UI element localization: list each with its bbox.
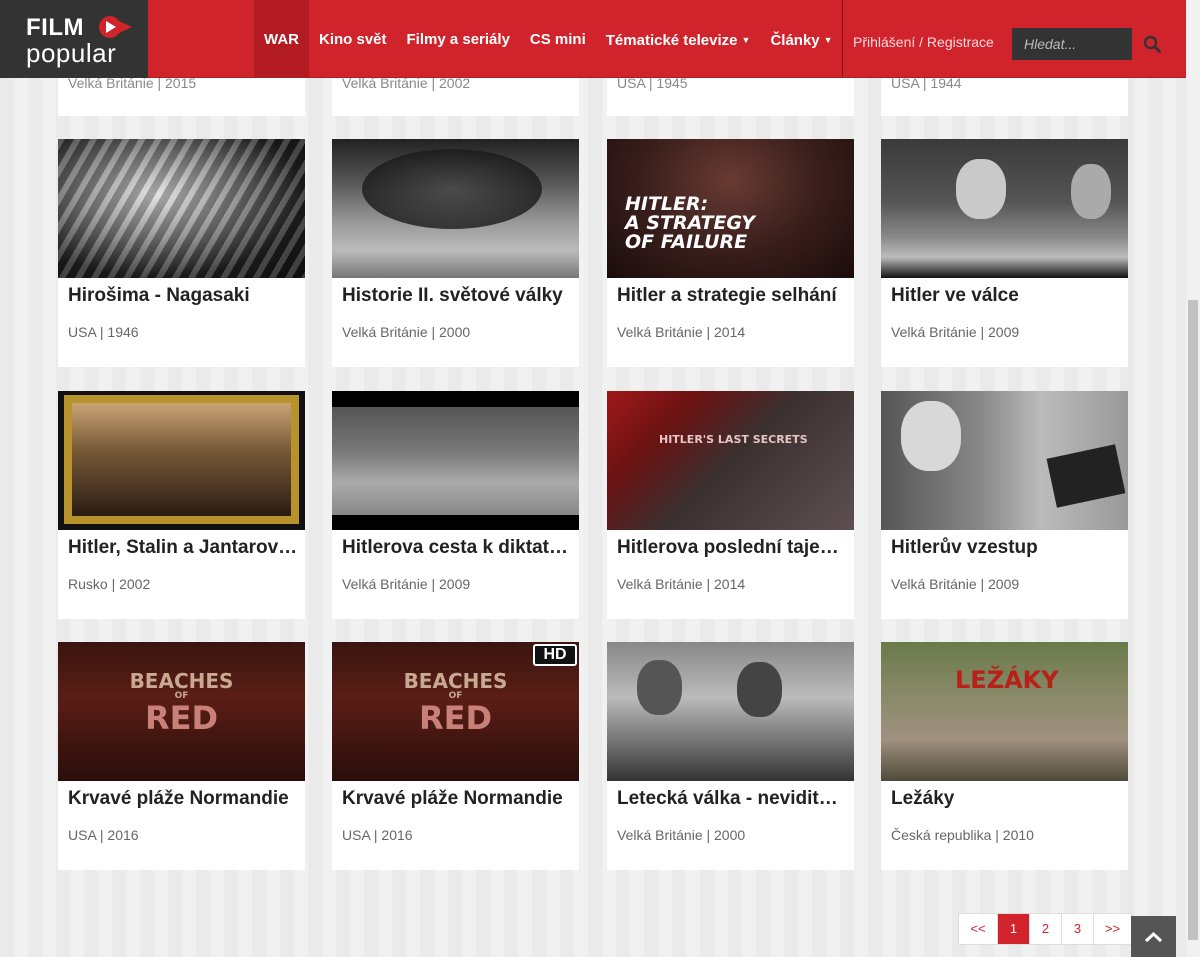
film-card[interactable]: Hitlerův vzestup Velká Británie | 2009	[881, 391, 1128, 619]
search-input[interactable]: Hledat...	[1012, 28, 1132, 60]
caret-down-icon: ▼	[823, 35, 833, 45]
film-meta: Velká Británie | 2000	[617, 827, 746, 843]
film-card[interactable]: Hitlerova cesta k diktatuře Velká Britán…	[332, 391, 579, 619]
login-register-link[interactable]: Přihlášení / Registrace	[853, 0, 994, 78]
film-title[interactable]: Krvavé pláže Normandie	[68, 788, 298, 810]
film-title[interactable]: Hitlerova poslední tajemství	[617, 537, 847, 559]
pagination: << 1 2 3 >>	[958, 913, 1132, 945]
film-card[interactable]: HITLER'S LAST SECRETS Hitlerova poslední…	[607, 391, 854, 619]
thumbnail-title-text: HITLER'S LAST SECRETS	[659, 433, 808, 446]
film-title[interactable]: Hitler, Stalin a Jantarová komnata	[68, 537, 298, 559]
thumbnail-title-text: BEACHES OF RED	[129, 669, 234, 737]
film-meta: Velká Británie | 2014	[617, 324, 746, 340]
page-prev-button[interactable]: <<	[959, 914, 997, 944]
nav-item-clanky[interactable]: Články ▼	[760, 0, 842, 78]
film-meta: Velká Británie | 2000	[342, 324, 471, 340]
film-title[interactable]: Krvavé pláže Normandie	[342, 788, 572, 810]
film-card[interactable]: LEŽÁKY Ležáky Česká republika | 2010	[881, 642, 1128, 870]
page-button-3[interactable]: 3	[1061, 914, 1093, 944]
film-card[interactable]: Hirošima - Nagasaki USA | 1946	[58, 139, 305, 367]
film-meta: Velká Británie | 2009	[891, 576, 1020, 592]
scrollbar-thumb[interactable]	[1188, 300, 1198, 940]
film-meta: USA | 2016	[68, 827, 139, 843]
film-meta: USA | 2016	[342, 827, 413, 843]
film-card[interactable]: BEACHES OF RED Krvavé pláže Normandie US…	[58, 642, 305, 870]
thumbnail-title-text: BEACHES OF RED	[403, 669, 508, 737]
site-logo[interactable]: FILM popular	[0, 0, 148, 78]
film-card[interactable]: BEACHES OF RED HD Krvavé pláže Normandie…	[332, 642, 579, 870]
film-thumbnail[interactable]	[332, 139, 579, 278]
film-title[interactable]: Hitlerova cesta k diktatuře	[342, 537, 572, 559]
film-meta: Velká Británie | 2009	[891, 324, 1020, 340]
nav-item-filmy-a-serialy[interactable]: Filmy a seriály	[397, 0, 520, 78]
film-meta: USA | 1946	[68, 324, 139, 340]
logo-play-icon	[99, 16, 132, 38]
film-thumbnail[interactable]	[881, 139, 1128, 278]
film-meta: Česká republika | 2010	[891, 827, 1034, 843]
film-thumbnail[interactable]	[607, 642, 854, 781]
logo-popular-text: popular	[26, 38, 117, 68]
film-card[interactable]: Velká Británie | 2015	[58, 75, 305, 116]
search-icon[interactable]	[1143, 35, 1161, 53]
film-title[interactable]: Hirošima - Nagasaki	[68, 285, 298, 307]
film-thumbnail[interactable]	[58, 139, 305, 278]
film-meta: Velká Británie | 2009	[342, 576, 471, 592]
nav-item-cs-mini[interactable]: CS mini	[520, 0, 596, 78]
film-card[interactable]: Velká Británie | 2002	[332, 75, 579, 116]
chevron-up-icon	[1144, 931, 1163, 943]
nav-divider	[842, 0, 843, 78]
hd-badge: HD	[533, 644, 577, 666]
film-card[interactable]: Letecká válka - neviditelná Velká Britán…	[607, 642, 854, 870]
film-thumbnail[interactable]: BEACHES OF RED HD	[332, 642, 579, 781]
film-meta: Rusko | 2002	[68, 576, 151, 592]
scroll-to-top-button[interactable]	[1131, 916, 1176, 957]
film-thumbnail[interactable]	[881, 391, 1128, 530]
nav-item-war[interactable]: WAR	[254, 0, 309, 78]
thumbnail-title-text: HITLER: A STRATEGY OF FAILURE	[625, 193, 756, 253]
film-title[interactable]: Ležáky	[891, 788, 1121, 810]
film-thumbnail[interactable]	[332, 391, 579, 530]
film-thumbnail[interactable]: HITLER'S LAST SECRETS	[607, 391, 854, 530]
film-card[interactable]: HITLER: A STRATEGY OF FAILURE Hitler a s…	[607, 139, 854, 367]
film-card[interactable]: USA | 1945	[607, 75, 854, 116]
film-card[interactable]: Historie II. světové války Velká Británi…	[332, 139, 579, 367]
page-next-button[interactable]: >>	[1093, 914, 1131, 944]
film-thumbnail[interactable]: BEACHES OF RED	[58, 642, 305, 781]
film-meta: Velká Británie | 2014	[617, 576, 746, 592]
film-title[interactable]: Historie II. světové války	[342, 285, 572, 307]
site-header: FILM popular WAR Kino svět Filmy a seriá…	[0, 0, 1186, 78]
thumbnail-title-text: LEŽÁKY	[955, 666, 1059, 694]
film-thumbnail[interactable]: HITLER: A STRATEGY OF FAILURE	[607, 139, 854, 278]
page-button-1[interactable]: 1	[997, 914, 1029, 944]
main-nav: WAR Kino svět Filmy a seriály CS mini Té…	[254, 0, 843, 78]
film-title[interactable]: Hitler a strategie selhání	[617, 285, 847, 307]
film-card[interactable]: USA | 1944	[881, 75, 1128, 116]
film-card[interactable]: Hitler ve válce Velká Británie | 2009	[881, 139, 1128, 367]
page-button-2[interactable]: 2	[1029, 914, 1061, 944]
film-thumbnail[interactable]	[58, 391, 305, 530]
nav-item-tematicke-televize[interactable]: Tématické televize ▼	[596, 0, 761, 78]
film-title[interactable]: Hitler ve válce	[891, 285, 1121, 307]
film-thumbnail[interactable]: LEŽÁKY	[881, 642, 1128, 781]
nav-item-kino-svet[interactable]: Kino svět	[309, 0, 397, 78]
film-title[interactable]: Hitlerův vzestup	[891, 537, 1121, 559]
film-title[interactable]: Letecká válka - neviditelná	[617, 788, 847, 810]
film-card[interactable]: Hitler, Stalin a Jantarová komnata Rusko…	[58, 391, 305, 619]
caret-down-icon: ▼	[741, 35, 751, 45]
